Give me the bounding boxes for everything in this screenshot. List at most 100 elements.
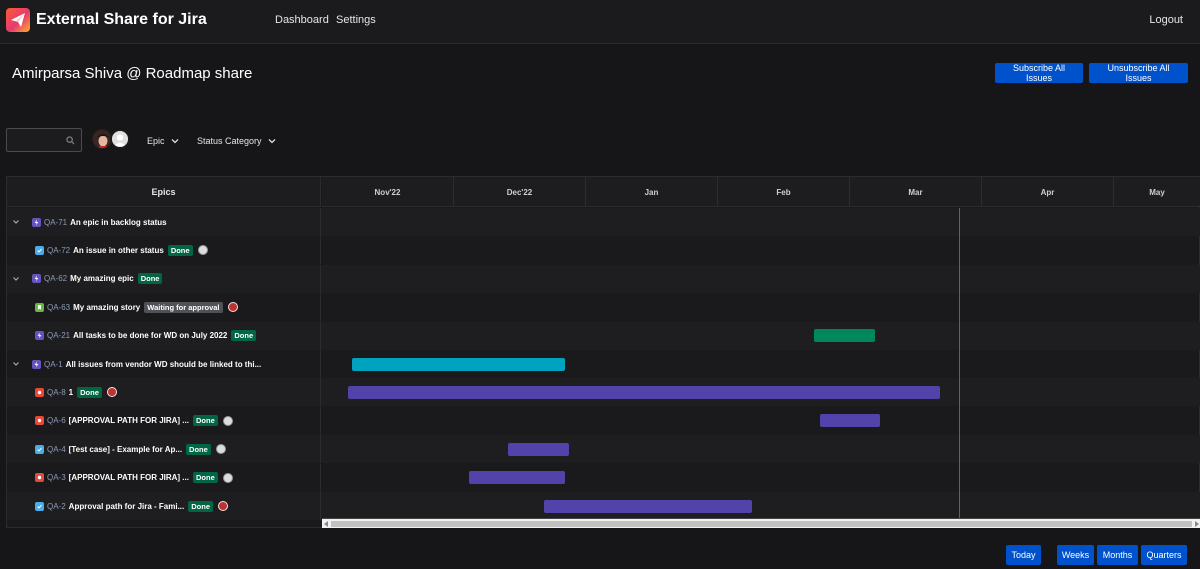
assignee-placeholder-icon[interactable] bbox=[197, 245, 208, 256]
roadmap-row: QA-72 An issue in other status Done bbox=[7, 236, 1200, 265]
timeline-month-2: Jan bbox=[586, 177, 718, 207]
assignee-placeholder-icon[interactable] bbox=[222, 415, 233, 426]
timeline-bar-QA-21[interactable] bbox=[814, 329, 876, 343]
task-type-icon bbox=[35, 245, 44, 255]
issue-key-link[interactable]: QA-6 bbox=[47, 416, 66, 425]
row-issue-cell: QA-8 1 Done bbox=[7, 378, 321, 407]
issue-key-link[interactable]: QA-63 bbox=[47, 303, 70, 312]
today-button[interactable]: Today bbox=[1006, 545, 1041, 565]
epic-type-icon bbox=[32, 359, 41, 369]
row-issue-cell: QA-4 [Test case] - Example for Ap... Done bbox=[7, 435, 321, 464]
expand-chevron-icon[interactable] bbox=[12, 218, 20, 226]
avatar-user-amirparsa[interactable] bbox=[92, 129, 112, 149]
row-issue-cell: QA-62 My amazing epic Done bbox=[7, 264, 321, 293]
timeline-bar-QA-4[interactable] bbox=[508, 442, 569, 456]
search-input[interactable] bbox=[11, 132, 67, 148]
zoom-quarters-button[interactable]: Quarters bbox=[1141, 545, 1187, 565]
app-title: External Share for Jira bbox=[36, 11, 207, 28]
issue-key-link[interactable]: QA-21 bbox=[47, 331, 70, 340]
issue-summary: An issue in other status bbox=[73, 245, 164, 255]
issue-summary: My amazing epic bbox=[70, 274, 134, 284]
issue-summary: An epic in backlog status bbox=[70, 217, 167, 227]
timeline-bar-QA-6[interactable] bbox=[819, 414, 881, 428]
epic-filter-label: Epic bbox=[147, 136, 165, 146]
app-logo-icon bbox=[6, 8, 30, 32]
zoom-weeks-button[interactable]: Weeks bbox=[1057, 545, 1094, 565]
row-issue-cell: QA-63 My amazing story Waiting for approva… bbox=[7, 293, 321, 322]
assignee-avatar-icon[interactable] bbox=[106, 387, 117, 398]
epic-type-icon bbox=[32, 274, 41, 284]
issue-key-link[interactable]: QA-62 bbox=[44, 274, 67, 283]
assignee-avatar-icon[interactable] bbox=[218, 501, 228, 511]
search-box[interactable] bbox=[6, 128, 82, 152]
issue-key-link[interactable]: QA-1 bbox=[44, 360, 63, 369]
assignee-placeholder-icon[interactable] bbox=[215, 444, 226, 455]
timeline-month-5: Apr bbox=[982, 177, 1114, 207]
issue-summary: My amazing story bbox=[73, 302, 141, 312]
roadmap-row: QA-63 My amazing story Waiting for approva… bbox=[7, 293, 1200, 322]
top-bar: External Share for Jira Dashboard Settin… bbox=[0, 0, 1200, 44]
assignee-avatar-icon[interactable] bbox=[227, 302, 238, 313]
scrollbar-thumb[interactable] bbox=[331, 521, 1192, 527]
roadmap-row: QA-4 [Test case] - Example for Ap... Done bbox=[7, 435, 1200, 464]
logout-link[interactable]: Logout bbox=[1149, 14, 1183, 26]
issue-key-link[interactable]: QA-3 bbox=[47, 473, 66, 482]
subscribe-all-button[interactable]: Subscribe All Issues bbox=[995, 63, 1083, 83]
roadmap-row: QA-21 All tasks to be done for WD on July… bbox=[7, 321, 1200, 350]
issue-key-link[interactable]: QA-4 bbox=[47, 445, 66, 454]
bug-type-icon bbox=[35, 387, 44, 397]
timeline-month-4: Mar bbox=[850, 177, 982, 207]
row-issue-cell: QA-2 Approval path for Jira - Fami... Done bbox=[7, 492, 321, 520]
timeline-month-6: May bbox=[1114, 177, 1200, 207]
scroll-left-arrow-icon[interactable] bbox=[324, 521, 328, 527]
timeline-bar-QA-1[interactable] bbox=[352, 357, 565, 371]
row-issue-cell: QA-1 All issues from vendor WD should be … bbox=[7, 350, 321, 378]
scroll-right-arrow-icon[interactable] bbox=[1195, 521, 1199, 527]
unsubscribe-all-button[interactable]: Unsubscribe All Issues bbox=[1089, 63, 1188, 83]
timeline-bar-QA-2[interactable] bbox=[543, 499, 753, 513]
status-category-filter-dropdown[interactable]: Status Category bbox=[197, 136, 276, 146]
timeline-header: Nov'22 Dec'22 Jan Feb Mar Apr May bbox=[322, 177, 1200, 207]
roadmap-row: QA-1 All issues from vendor WD should be … bbox=[7, 350, 1200, 378]
bug-type-icon bbox=[35, 473, 44, 483]
nav-dashboard[interactable]: Dashboard bbox=[275, 14, 329, 26]
status-badge: Done bbox=[192, 415, 218, 427]
row-issue-cell: QA-72 An issue in other status Done bbox=[7, 236, 321, 265]
issue-key-link[interactable]: QA-2 bbox=[47, 502, 66, 511]
timeline-bar-QA-8[interactable] bbox=[348, 385, 940, 399]
roadmap-row: QA-62 My amazing epic Done bbox=[7, 264, 1200, 293]
story-type-icon bbox=[35, 302, 44, 312]
issue-key-link[interactable]: QA-8 bbox=[47, 388, 66, 397]
issue-key-link[interactable]: QA-72 bbox=[47, 246, 70, 255]
timeline-month-0: Nov'22 bbox=[322, 177, 454, 207]
nav-settings[interactable]: Settings bbox=[336, 14, 376, 26]
row-issue-cell: QA-3 [APPROVAL PATH FOR JIRA] ... Done bbox=[7, 463, 321, 492]
timeline-bar-QA-3[interactable] bbox=[468, 471, 565, 485]
status-badge: Done bbox=[231, 330, 257, 342]
roadmap-row: QA-6 [APPROVAL PATH FOR JIRA] ... Done bbox=[7, 406, 1200, 435]
issue-summary: [APPROVAL PATH FOR JIRA] ... bbox=[68, 473, 189, 483]
roadmap-row: QA-71 An epic in backlog status bbox=[7, 208, 1200, 236]
chevron-down-icon bbox=[171, 139, 178, 144]
timeline-horizontal-scrollbar[interactable] bbox=[322, 518, 1200, 528]
issue-key-link[interactable]: QA-71 bbox=[44, 218, 67, 227]
user-placeholder-icon bbox=[112, 131, 128, 147]
assignee-placeholder-icon[interactable] bbox=[222, 472, 233, 483]
status-category-filter-label: Status Category bbox=[197, 136, 262, 146]
bug-type-icon bbox=[35, 416, 44, 426]
expand-chevron-icon[interactable] bbox=[12, 360, 20, 368]
issue-summary: 1 bbox=[68, 387, 74, 397]
row-issue-cell: QA-21 All tasks to be done for WD on July… bbox=[7, 321, 321, 350]
status-badge: Done bbox=[186, 443, 211, 455]
issue-summary: [APPROVAL PATH FOR JIRA] ... bbox=[68, 416, 189, 426]
epic-filter-dropdown[interactable]: Epic bbox=[147, 136, 179, 146]
issue-summary: [Test case] - Example for Ap... bbox=[68, 444, 183, 454]
epic-type-icon bbox=[35, 331, 44, 341]
epics-column-header: Epics bbox=[7, 177, 321, 207]
epic-type-icon bbox=[32, 217, 41, 227]
zoom-months-button[interactable]: Months bbox=[1097, 545, 1138, 565]
avatar-user-unassigned[interactable] bbox=[110, 129, 130, 149]
status-badge: Done bbox=[167, 244, 193, 256]
expand-chevron-icon[interactable] bbox=[12, 275, 20, 283]
status-badge: Done bbox=[137, 273, 163, 285]
